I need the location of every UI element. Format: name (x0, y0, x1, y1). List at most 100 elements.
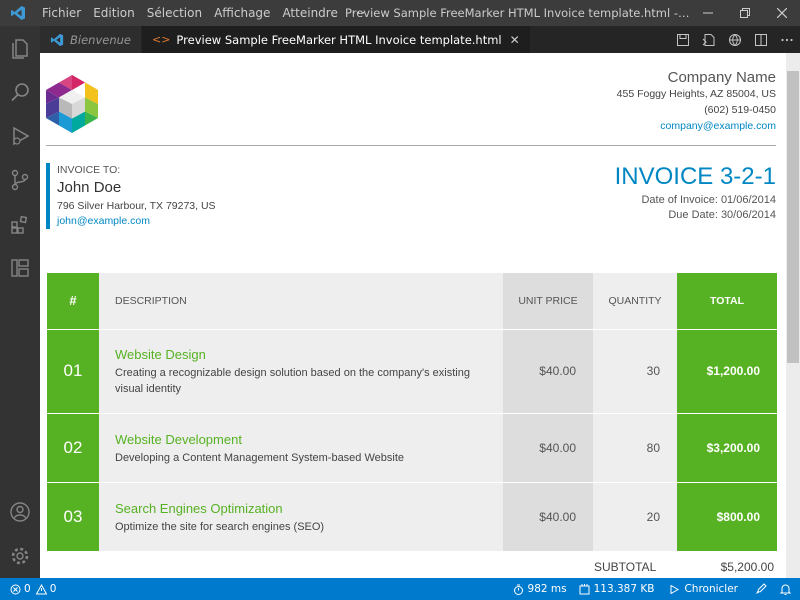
row-description-cell: Website Development Developing a Content… (99, 413, 503, 483)
menu-edition[interactable]: Edition (87, 0, 141, 26)
header-total: TOTAL (677, 273, 777, 330)
row-total: $3,200.00 (677, 413, 777, 483)
row-number: 01 (47, 329, 99, 414)
source-control-icon (11, 169, 29, 191)
table-header-row: # DESCRIPTION UNIT PRICE QUANTITY TOTAL (47, 273, 777, 330)
save-preview-button[interactable] (670, 26, 696, 53)
table-row: 02 Website Development Developing a Cont… (47, 413, 777, 483)
search-button[interactable] (0, 70, 40, 114)
close-icon (776, 8, 787, 18)
render-time[interactable]: 982 ms (507, 578, 573, 600)
problems-indicator[interactable]: 0 0 (0, 578, 62, 600)
save-icon (677, 33, 689, 46)
header-description: DESCRIPTION (99, 273, 503, 330)
menu-affichage[interactable]: Affichage (208, 0, 276, 26)
title-bar: Fichier Edition Sélection Affichage Atte… (0, 0, 800, 26)
memory-usage[interactable]: 113.387 KB (573, 578, 661, 600)
warning-icon (35, 583, 47, 594)
feedback-icon (756, 582, 767, 594)
feedback-button[interactable] (748, 578, 773, 600)
company-phone: (602) 519-0450 (704, 104, 776, 116)
close-tab-icon[interactable]: ✕ (510, 33, 520, 47)
tab-bienvenue[interactable]: Bienvenue (40, 26, 142, 53)
header-divider (46, 145, 776, 146)
menu-selection[interactable]: Sélection (141, 0, 208, 26)
invoice-preview[interactable]: Company Name 455 Foggy Heights, AZ 85004… (40, 53, 786, 578)
row-unit-price: $40.00 (503, 482, 593, 552)
row-description: Creating a recognizable design solution … (115, 367, 470, 395)
header-quantity: QUANTITY (593, 273, 677, 330)
extensions-button[interactable] (0, 202, 40, 246)
panels-button[interactable] (0, 246, 40, 290)
invoice-to-label: INVOICE TO: (57, 164, 121, 176)
activity-bar (0, 26, 40, 578)
row-unit-price: $40.00 (503, 413, 593, 483)
vscode-logo-icon (50, 33, 64, 46)
vscode-logo-icon (0, 0, 36, 26)
row-quantity: 20 (593, 482, 677, 552)
explorer-button[interactable] (0, 26, 40, 70)
header-no: # (47, 273, 99, 330)
render-time-value: 982 ms (527, 583, 567, 595)
debug-icon (13, 126, 30, 146)
window-controls (689, 0, 800, 26)
chronicler-label: Chronicler (684, 583, 738, 595)
notifications-button[interactable] (773, 578, 800, 600)
minimize-button[interactable] (689, 0, 726, 26)
window-title: Preview Sample FreeMarker HTML Invoice t… (345, 6, 690, 20)
error-icon (10, 584, 21, 594)
stopwatch-icon (513, 584, 523, 595)
more-actions-button[interactable] (774, 26, 800, 53)
row-total: $800.00 (677, 482, 777, 552)
scrollbar-thumb[interactable] (787, 71, 799, 363)
company-email-link[interactable]: company@example.com (617, 118, 776, 134)
extensions-icon (11, 215, 28, 234)
preview-scrollbar[interactable] (786, 53, 800, 578)
globe-icon (729, 33, 741, 46)
subtotal-row: SUBTOTAL $5,200.00 (40, 558, 786, 578)
restore-icon (739, 8, 750, 18)
tab-label: Preview Sample FreeMarker HTML Invoice t… (176, 32, 502, 47)
header-unit-price: UNIT PRICE (503, 273, 593, 330)
tab-preview-invoice[interactable]: <> Preview Sample FreeMarker HTML Invoic… (141, 26, 531, 53)
invoice-table: # DESCRIPTION UNIT PRICE QUANTITY TOTAL … (47, 273, 777, 552)
row-quantity: 30 (593, 329, 677, 414)
row-description: Developing a Content Management System-b… (115, 451, 405, 464)
run-debug-button[interactable] (0, 114, 40, 158)
split-editor-button[interactable] (748, 26, 774, 53)
split-editor-icon (755, 33, 767, 46)
row-total: $1,200.00 (677, 329, 777, 414)
restore-button[interactable] (726, 0, 763, 26)
status-bar: 0 0 982 ms 113.387 KB Chronicler (0, 578, 800, 600)
file-size-icon (579, 583, 590, 594)
menu-fichier[interactable]: Fichier (36, 0, 87, 26)
company-address: 455 Foggy Heights, AZ 85004, US (616, 88, 776, 100)
client-email-link[interactable]: john@example.com (57, 214, 216, 229)
more-icon (781, 38, 793, 41)
close-window-button[interactable] (763, 0, 800, 26)
files-icon (12, 39, 28, 59)
warning-count: 0 (49, 583, 57, 595)
editor-tab-bar: Bienvenue <> Preview Sample FreeMarker H… (40, 26, 800, 53)
row-unit-price: $40.00 (503, 329, 593, 414)
open-source-button[interactable] (696, 26, 722, 53)
play-icon (670, 584, 680, 594)
accounts-button[interactable] (0, 490, 40, 534)
settings-button[interactable] (0, 534, 40, 578)
open-preview-button[interactable] (722, 26, 748, 53)
row-description: Optimize the site for search engines (SE… (115, 520, 325, 533)
source-control-button[interactable] (0, 158, 40, 202)
row-quantity: 80 (593, 413, 677, 483)
chronicler-item[interactable]: Chronicler (660, 578, 748, 600)
table-row: 03 Search Engines Optimization Optimize … (47, 482, 777, 552)
invoice-date: Date of Invoice: 01/06/2014 (641, 194, 776, 206)
menu-atteindre[interactable]: Atteindre (276, 0, 343, 26)
bell-icon (779, 583, 792, 595)
company-name: Company Name (667, 69, 776, 86)
row-title: Website Design (115, 347, 206, 362)
memory-value: 113.387 KB (593, 583, 655, 595)
client-info: INVOICE TO: John Doe 796 Silver Harbour,… (46, 163, 216, 229)
row-title: Website Development (115, 431, 242, 447)
row-number: 03 (47, 482, 99, 552)
gear-icon (11, 547, 29, 565)
